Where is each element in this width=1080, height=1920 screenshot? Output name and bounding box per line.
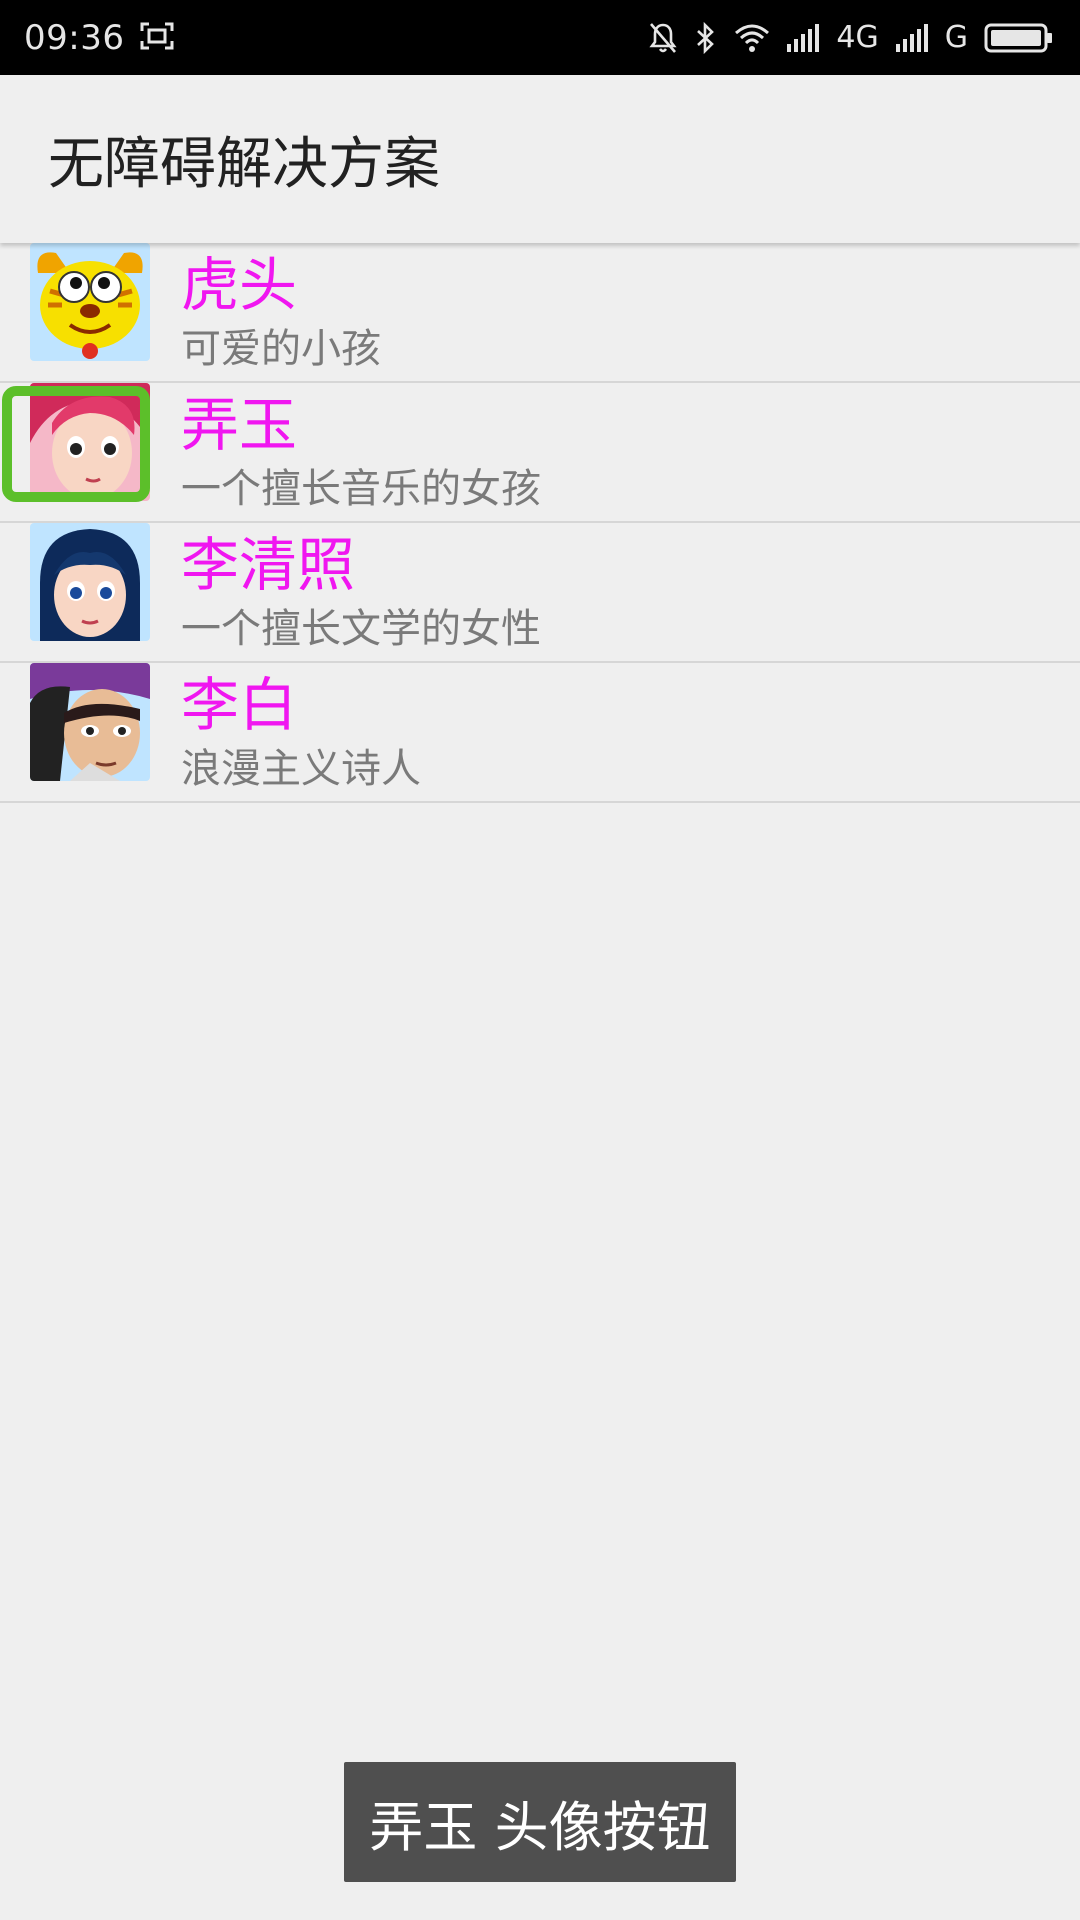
list-item-description: 可爱的小孩 — [181, 326, 381, 372]
list-item-libai[interactable]: 李白 浪漫主义诗人 — [0, 663, 1080, 803]
list-item-name: 李白 — [181, 671, 298, 739]
bluetooth-icon — [694, 21, 718, 55]
list-item-name: 虎头 — [181, 251, 298, 319]
list-item-nongyu[interactable]: 弄玉 一个擅长音乐的女孩 — [0, 383, 1080, 523]
tiger-avatar[interactable] — [30, 243, 150, 361]
nongyu-avatar[interactable] — [30, 383, 150, 501]
toast-message: 弄玉 头像按钮 — [344, 1762, 736, 1882]
toast-text: 弄玉 头像按钮 — [369, 1795, 711, 1859]
status-bar-right: 4G G — [648, 20, 1054, 55]
list-item-description: 浪漫主义诗人 — [181, 746, 421, 792]
signal-icon-2 — [895, 23, 929, 52]
app-title: 无障碍解决方案 — [48, 131, 440, 197]
wifi-icon — [734, 23, 770, 53]
status-bar: 09:36 4G G — [0, 0, 1080, 75]
battery-icon — [984, 22, 1054, 54]
character-list: 虎头 可爱的小孩 弄玉 一个擅长音乐的女孩 李清照 一个擅长文学的女性 李白 浪… — [0, 243, 1080, 803]
list-item-description: 一个擅长音乐的女孩 — [181, 466, 541, 512]
network-type-g: G — [944, 20, 968, 55]
list-item-hutou[interactable]: 虎头 可爱的小孩 — [0, 243, 1080, 383]
app-bar: 无障碍解决方案 — [0, 75, 1080, 243]
libai-avatar[interactable] — [30, 663, 150, 781]
status-bar-left: 09:36 — [24, 18, 174, 58]
network-type-4g: 4G — [836, 20, 879, 55]
list-item-liqingzhao[interactable]: 李清照 一个擅长文学的女性 — [0, 523, 1080, 663]
list-item-description: 一个擅长文学的女性 — [181, 606, 541, 652]
screen: 09:36 4G G 无障碍解决方案 虎头 可爱的小孩 弄玉 一个擅长音乐的女孩… — [0, 0, 1080, 1920]
list-item-name: 李清照 — [181, 531, 356, 599]
liqingzhao-avatar[interactable] — [30, 523, 150, 641]
list-item-name: 弄玉 — [181, 391, 298, 459]
screenshot-icon — [140, 21, 174, 55]
signal-icon — [786, 23, 820, 52]
bell-off-icon — [648, 21, 678, 55]
status-time: 09:36 — [24, 17, 125, 58]
